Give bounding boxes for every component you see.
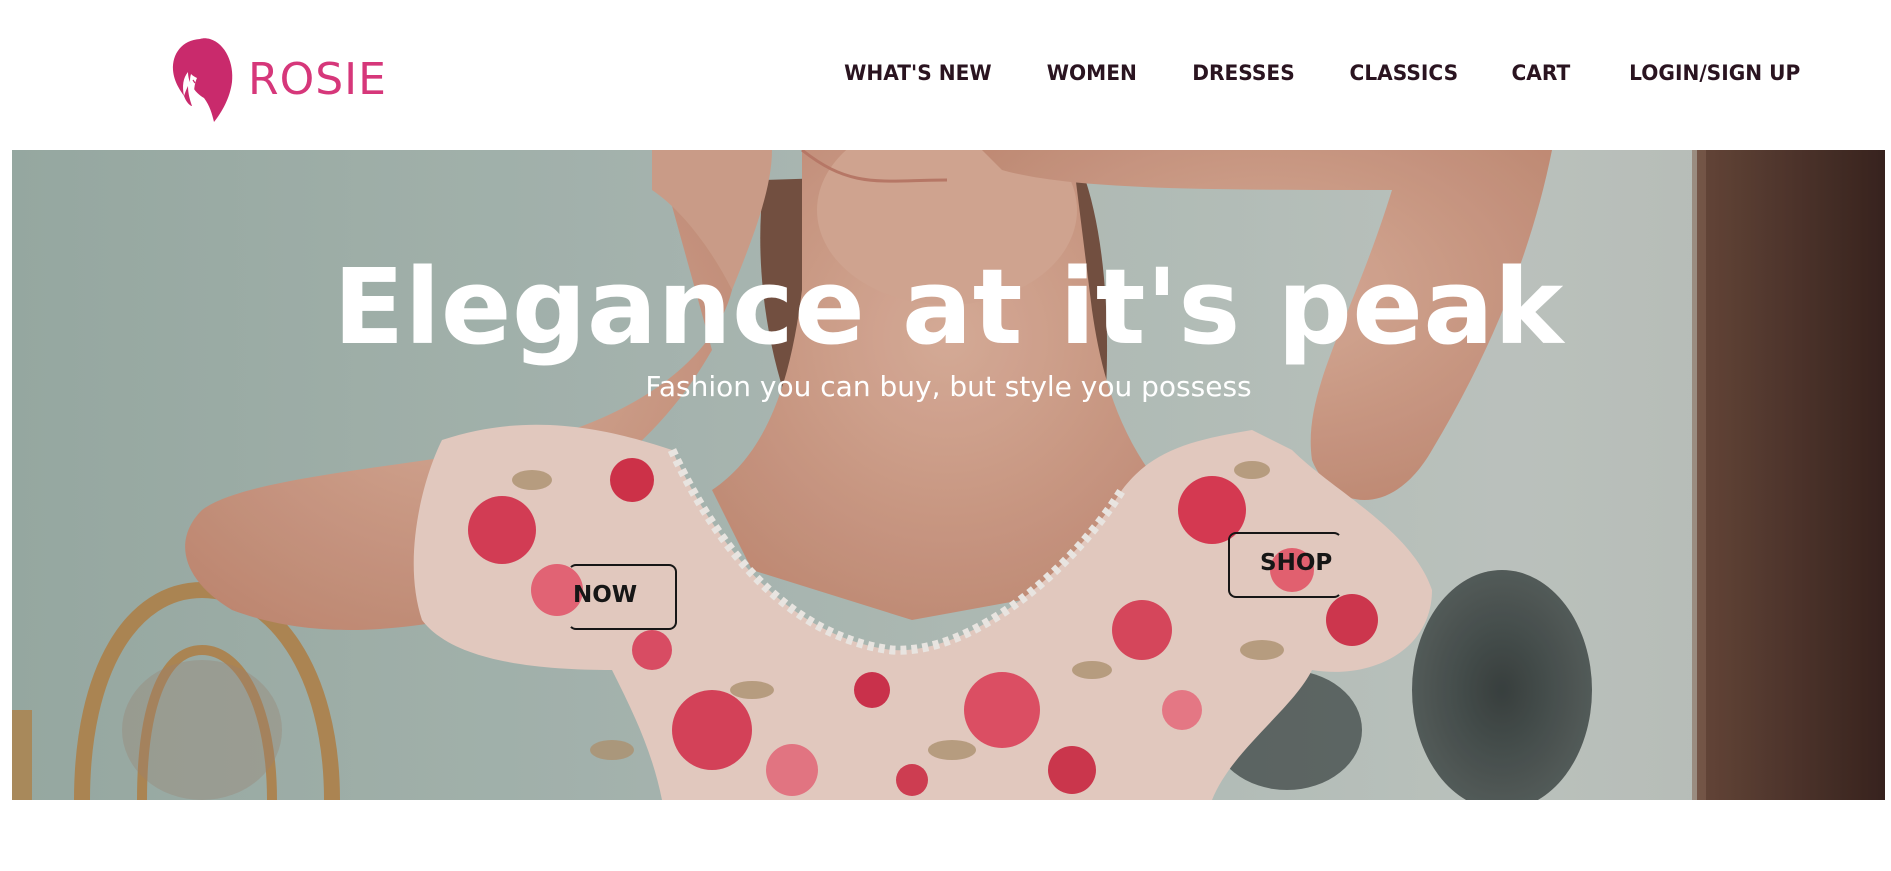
rosie-logo-icon: [172, 38, 233, 122]
shop-button[interactable]: SHOP: [1260, 550, 1332, 576]
nav-item-cart[interactable]: CART: [1512, 61, 1571, 85]
nav-item-login-signup[interactable]: LOGIN/SIGN UP: [1629, 61, 1800, 85]
hero-subtitle: Fashion you can buy, but style you posse…: [645, 370, 1252, 403]
nav-item-whats-new[interactable]: WHAT'S NEW: [844, 61, 991, 85]
nav-item-women[interactable]: WOMEN: [1047, 61, 1137, 85]
main-nav: WHAT'S NEW WOMEN DRESSES CLASSICS CART L…: [838, 61, 1800, 85]
nav-item-dresses[interactable]: DRESSES: [1192, 61, 1294, 85]
nav-item-classics[interactable]: CLASSICS: [1350, 61, 1459, 85]
hero-title: Elegance at it's peak: [333, 246, 1564, 368]
hero-banner: Elegance at it's peak Fashion you can bu…: [12, 150, 1885, 800]
now-button[interactable]: NOW: [573, 582, 637, 608]
brand-logo[interactable]: ROSIE: [170, 36, 387, 122]
site-header: ROSIE WHAT'S NEW WOMEN DRESSES CLASSICS …: [0, 0, 1891, 150]
brand-name: ROSIE: [248, 53, 387, 105]
